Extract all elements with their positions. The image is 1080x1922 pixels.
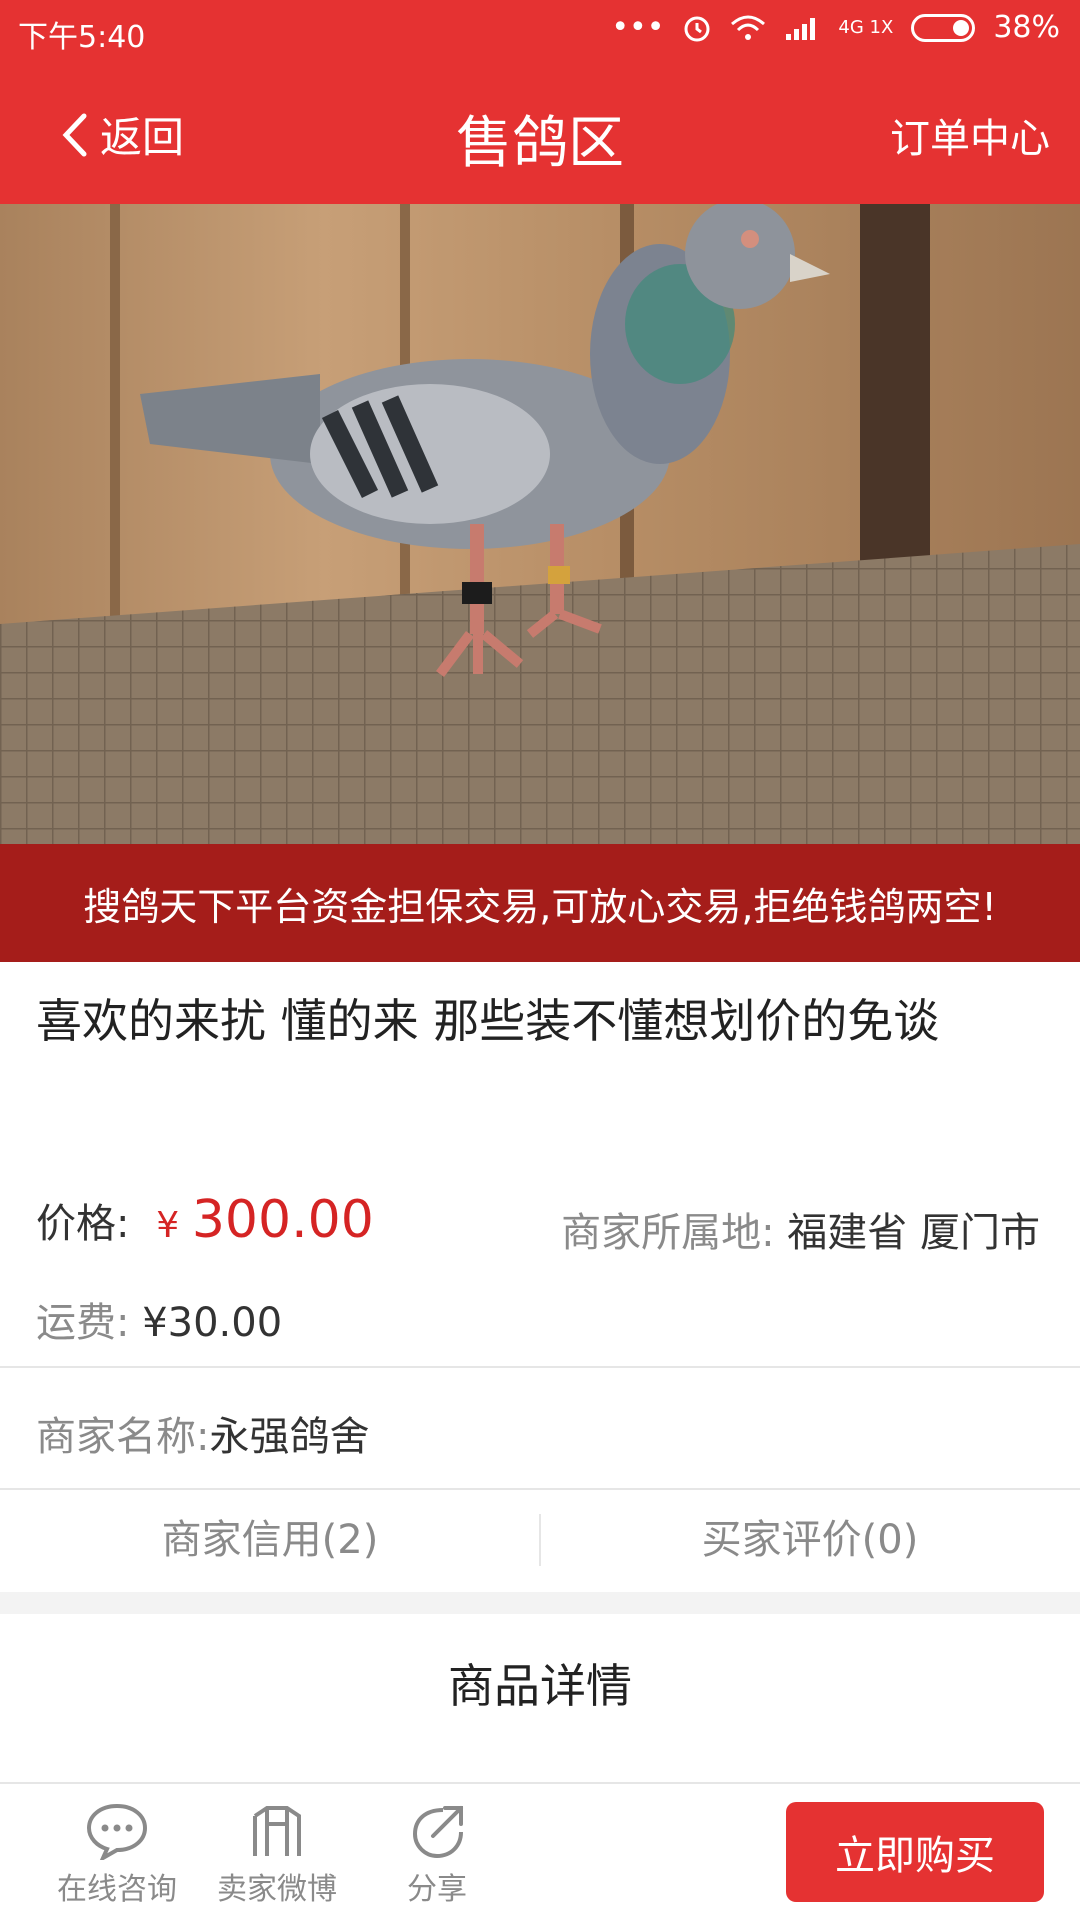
location-value: 福建省 厦门市 — [787, 1210, 1040, 1256]
section-gap — [0, 1592, 1080, 1614]
wifi-icon — [731, 15, 766, 40]
merchant-value: 永强鸽舍 — [209, 1414, 370, 1460]
price-value: 300.00 — [191, 1190, 374, 1250]
location-label: 商家所属地: — [561, 1210, 775, 1256]
price-label: 价格: — [36, 1201, 130, 1247]
more-dots-icon: ••• — [611, 10, 665, 45]
share-button[interactable]: 分享 — [362, 1802, 512, 1908]
signal-icon — [786, 17, 816, 40]
battery-icon — [911, 13, 976, 42]
chat-bubble-icon — [86, 1803, 148, 1860]
shipping-label: 运费: — [36, 1300, 130, 1346]
network-type: 4G 1X — [838, 17, 894, 38]
tab-seller-credit[interactable]: 商家信用(2) — [0, 1490, 540, 1590]
pigeon-photo — [0, 204, 1080, 844]
buy-now-button[interactable]: 立即购买 — [786, 1802, 1044, 1902]
status-icons: ••• 4G 1X 38% — [611, 10, 1060, 45]
guarantee-banner: 搜鸽天下平台资金担保交易,可放心交易,拒绝钱鸽两空! — [0, 844, 1080, 962]
price-currency: ¥ — [156, 1205, 180, 1246]
share-icon — [412, 1806, 463, 1859]
share-label: 分享 — [407, 1872, 467, 1907]
status-time: 下午5:40 — [18, 20, 146, 55]
product-title: 喜欢的来扰 懂的来 那些装不懂想划价的免谈 — [36, 994, 940, 1048]
shipping-value: ¥30.00 — [142, 1300, 283, 1346]
consult-label: 在线咨询 — [57, 1872, 177, 1907]
shirt-icon — [253, 1806, 301, 1856]
online-consult-button[interactable]: 在线咨询 — [42, 1802, 192, 1908]
rating-tabs: 商家信用(2) 买家评价(0) — [0, 1490, 1080, 1590]
tab-buyer-reviews[interactable]: 买家评价(0) — [540, 1490, 1080, 1590]
merchant-label: 商家名称: — [36, 1414, 210, 1460]
tab-separator — [539, 1514, 541, 1566]
divider — [0, 1366, 1080, 1368]
nav-bar: 返回 售鸽区 订单中心 — [0, 62, 1080, 204]
status-bar: 下午5:40 ••• 4G 1X 38% — [0, 0, 1080, 62]
details-title: 商品详情 — [448, 1659, 632, 1713]
seller-weibo-button[interactable]: 卖家微博 — [202, 1802, 352, 1908]
price-row: 价格: ¥ 300.00 — [36, 1190, 374, 1250]
shipping-row: 运费: ¥30.00 — [36, 1290, 282, 1348]
alarm-icon — [684, 16, 710, 41]
weibo-label: 卖家微博 — [217, 1872, 337, 1907]
battery-percent: 38% — [993, 10, 1060, 45]
merchant-location: 商家所属地: 福建省 厦门市 — [561, 1200, 1040, 1258]
bottom-action-bar: 在线咨询 卖家微博 分享 立即购买 — [0, 1782, 1080, 1922]
product-image[interactable] — [0, 204, 1080, 844]
order-center-link[interactable]: 订单中心 — [890, 106, 1050, 164]
merchant-name-row: 商家名称:永强鸽舍 — [36, 1404, 369, 1462]
